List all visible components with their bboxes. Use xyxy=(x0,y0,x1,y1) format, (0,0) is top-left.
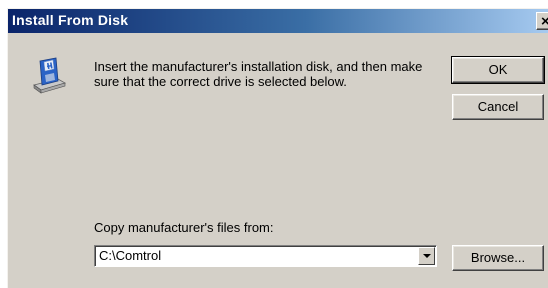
chevron-down-icon[interactable] xyxy=(418,247,435,265)
instruction-text: Insert the manufacturer's installation d… xyxy=(94,59,423,89)
install-disk-icon xyxy=(33,57,66,94)
copy-from-combobox[interactable]: C:\Comtrol xyxy=(94,245,437,267)
copy-from-label: Copy manufacturer's files from: xyxy=(94,220,274,235)
close-icon[interactable]: × xyxy=(536,12,548,30)
browse-button[interactable]: Browse... xyxy=(452,245,544,271)
install-from-disk-dialog: Install From Disk × Insert the manufactu… xyxy=(7,8,548,288)
copy-from-value[interactable]: C:\Comtrol xyxy=(99,248,161,263)
cancel-button[interactable]: Cancel xyxy=(452,94,544,120)
ok-button[interactable]: OK xyxy=(451,56,545,84)
window-title: Install From Disk xyxy=(12,12,129,28)
title-bar[interactable]: Install From Disk × xyxy=(8,9,548,33)
